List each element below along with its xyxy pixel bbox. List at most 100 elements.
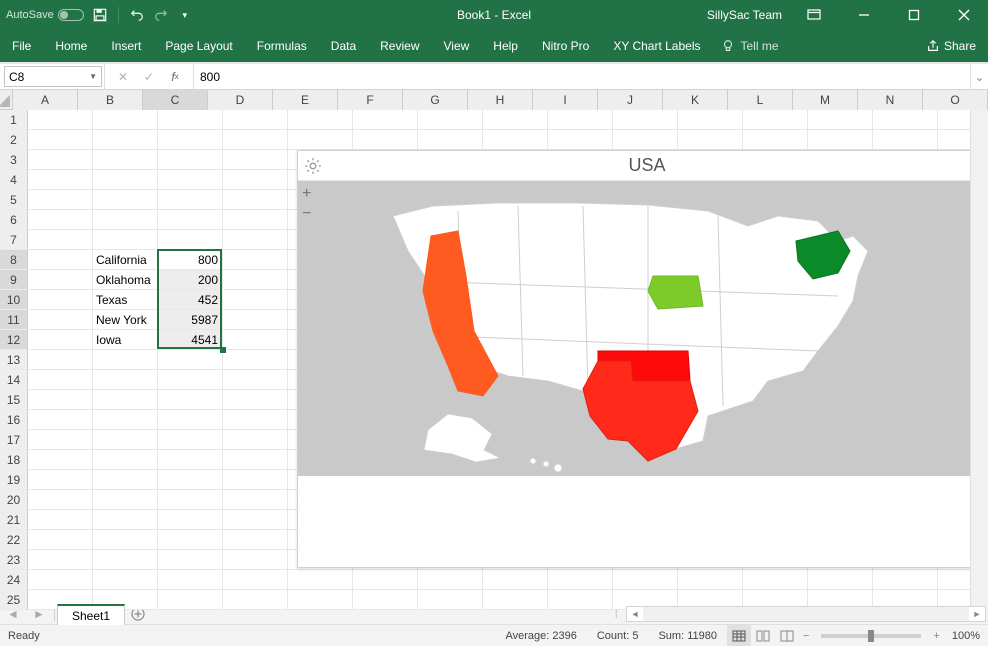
col-header-L[interactable]: L — [728, 90, 793, 110]
tab-xy-chart-labels[interactable]: XY Chart Labels — [601, 30, 712, 62]
name-box[interactable]: C8 ▼ — [4, 66, 102, 87]
row-header-2[interactable]: 2 — [0, 130, 28, 150]
col-header-M[interactable]: M — [793, 90, 858, 110]
share-button[interactable]: Share — [920, 39, 982, 53]
zoom-out-button[interactable]: − — [302, 205, 311, 223]
tab-page-layout[interactable]: Page Layout — [153, 30, 244, 62]
select-all-corner[interactable] — [0, 90, 13, 110]
col-header-A[interactable]: A — [13, 90, 78, 110]
column-headers: ABCDEFGHIJKLMNO — [0, 90, 988, 110]
row-header-14[interactable]: 14 — [0, 370, 28, 390]
row-header-8[interactable]: 8 — [0, 250, 28, 270]
insert-function-icon[interactable]: fx — [163, 64, 187, 89]
row-header-9[interactable]: 9 — [0, 270, 28, 290]
zoom-in-button[interactable]: + — [302, 185, 311, 203]
zoom-level[interactable]: 100% — [944, 630, 980, 642]
map-chart[interactable]: USA + − — [297, 150, 970, 568]
enter-formula-icon[interactable]: ✓ — [137, 64, 161, 89]
cell-B9[interactable]: Oklahoma — [93, 270, 156, 290]
cell-B12[interactable]: Iowa — [93, 330, 156, 350]
map-canvas[interactable]: + − — [298, 181, 970, 476]
row-header-15[interactable]: 15 — [0, 390, 28, 410]
row-header-18[interactable]: 18 — [0, 450, 28, 470]
undo-icon[interactable] — [129, 7, 145, 23]
col-header-I[interactable]: I — [533, 90, 598, 110]
minimize-button[interactable] — [846, 0, 882, 30]
cell-C8[interactable]: 800 — [158, 250, 221, 270]
row-header-23[interactable]: 23 — [0, 550, 28, 570]
tell-me-search[interactable]: Tell me — [721, 39, 779, 53]
view-normal-icon[interactable] — [727, 625, 751, 646]
cancel-formula-icon[interactable]: ✕ — [111, 64, 135, 89]
tab-home[interactable]: Home — [43, 30, 99, 62]
row-header-16[interactable]: 16 — [0, 410, 28, 430]
status-ready: Ready — [8, 630, 40, 642]
col-header-D[interactable]: D — [208, 90, 273, 110]
row-header-3[interactable]: 3 — [0, 150, 28, 170]
zoom-slider[interactable] — [821, 634, 921, 638]
row-header-6[interactable]: 6 — [0, 210, 28, 230]
account-name[interactable]: SillySac Team — [707, 8, 782, 22]
sheet-tab-active[interactable]: Sheet1 — [57, 604, 125, 625]
row-header-7[interactable]: 7 — [0, 230, 28, 250]
cell-C12[interactable]: 4541 — [158, 330, 221, 350]
maximize-button[interactable] — [896, 0, 932, 30]
horizontal-scrollbar[interactable]: ◄ ► — [626, 606, 986, 622]
customize-qat-icon[interactable]: ▾ — [177, 7, 193, 23]
save-icon[interactable] — [92, 7, 108, 23]
formula-input[interactable] — [194, 64, 970, 89]
zoom-out-icon[interactable]: − — [799, 630, 813, 642]
cell-C9[interactable]: 200 — [158, 270, 221, 290]
tab-formulas[interactable]: Formulas — [245, 30, 319, 62]
row-header-17[interactable]: 17 — [0, 430, 28, 450]
col-header-E[interactable]: E — [273, 90, 338, 110]
tab-nitro-pro[interactable]: Nitro Pro — [530, 30, 601, 62]
row-header-11[interactable]: 11 — [0, 310, 28, 330]
tab-view[interactable]: View — [432, 30, 482, 62]
cell-C11[interactable]: 5987 — [158, 310, 221, 330]
col-header-N[interactable]: N — [858, 90, 923, 110]
tab-insert[interactable]: Insert — [99, 30, 153, 62]
cell-C10[interactable]: 452 — [158, 290, 221, 310]
row-header-5[interactable]: 5 — [0, 190, 28, 210]
col-header-H[interactable]: H — [468, 90, 533, 110]
row-header-22[interactable]: 22 — [0, 530, 28, 550]
redo-icon[interactable] — [153, 7, 169, 23]
col-header-K[interactable]: K — [663, 90, 728, 110]
col-header-B[interactable]: B — [78, 90, 143, 110]
col-header-J[interactable]: J — [598, 90, 663, 110]
view-page-break-icon[interactable] — [775, 625, 799, 646]
autosave-toggle[interactable]: AutoSave — [6, 9, 84, 21]
cell-B8[interactable]: California — [93, 250, 156, 270]
col-header-O[interactable]: O — [923, 90, 988, 110]
cell-B11[interactable]: New York — [93, 310, 156, 330]
col-header-G[interactable]: G — [403, 90, 468, 110]
row-header-1[interactable]: 1 — [0, 110, 28, 130]
col-header-F[interactable]: F — [338, 90, 403, 110]
expand-formula-bar-icon[interactable]: ⌄ — [970, 64, 988, 89]
row-header-24[interactable]: 24 — [0, 570, 28, 590]
zoom-in-icon[interactable]: + — [929, 630, 943, 642]
chart-title: USA — [298, 155, 970, 176]
ribbon-display-icon[interactable] — [796, 0, 832, 30]
tab-help[interactable]: Help — [481, 30, 530, 62]
row-header-12[interactable]: 12 — [0, 330, 28, 350]
row-header-10[interactable]: 10 — [0, 290, 28, 310]
col-header-C[interactable]: C — [143, 90, 208, 110]
tab-data[interactable]: Data — [319, 30, 368, 62]
row-header-25[interactable]: 25 — [0, 590, 28, 610]
chevron-down-icon: ▼ — [89, 72, 97, 81]
gear-icon[interactable] — [304, 157, 322, 175]
cell-B10[interactable]: Texas — [93, 290, 156, 310]
vertical-scrollbar[interactable] — [970, 110, 988, 610]
tab-review[interactable]: Review — [368, 30, 431, 62]
tab-file[interactable]: File — [0, 30, 43, 62]
view-page-layout-icon[interactable] — [751, 625, 775, 646]
row-header-4[interactable]: 4 — [0, 170, 28, 190]
row-header-21[interactable]: 21 — [0, 510, 28, 530]
cells-viewport[interactable]: USA + − — [28, 110, 970, 610]
row-header-19[interactable]: 19 — [0, 470, 28, 490]
close-button[interactable] — [946, 0, 982, 30]
row-header-13[interactable]: 13 — [0, 350, 28, 370]
row-header-20[interactable]: 20 — [0, 490, 28, 510]
